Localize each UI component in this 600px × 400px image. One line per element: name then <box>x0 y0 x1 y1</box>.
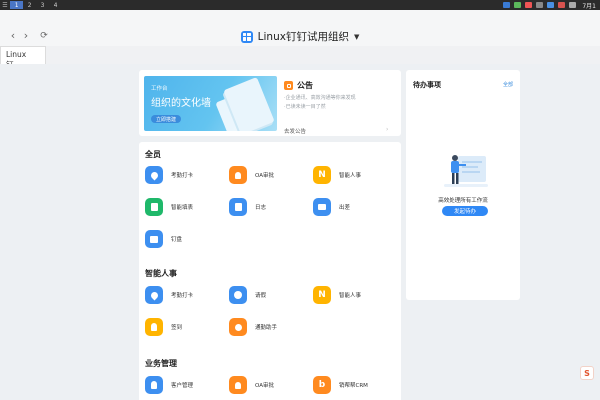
app-smart-form[interactable]: 智能填表 <box>145 198 193 216</box>
apps-panel: 全员 考勤打卡 OA审批 N 智能人事 智能填表 日志 出差 钉盘 智能人事 考… <box>139 142 401 400</box>
app-crm[interactable]: b 销帮帮CRM <box>313 376 368 394</box>
workbench-content: 工作台 组织的文化墙 立即搭建 公告 ·企业通讯、高效沟通等你来发现 ·已读未读… <box>0 64 600 400</box>
announcement-header: 公告 <box>284 80 313 91</box>
clock[interactable]: 7月1 <box>582 1 596 10</box>
banner-caption: 工作台 <box>151 86 168 92</box>
app-label: 通勤助手 <box>255 325 278 331</box>
workspace-1[interactable]: 1 <box>10 1 23 9</box>
suitcase-icon <box>313 198 331 216</box>
section-title-smart-hr: 智能人事 <box>145 269 177 278</box>
location-pin-icon <box>145 166 163 184</box>
announcement-line: ·企业通讯、高效沟通等你来发现 <box>284 95 356 101</box>
announcement-card: 工作台 组织的文化墙 立即搭建 公告 ·企业通讯、高效沟通等你来发现 ·已读未读… <box>139 70 401 136</box>
dingtalk-grid-icon <box>240 30 253 43</box>
app-label: 签到 <box>171 325 183 331</box>
app-oa-approval[interactable]: OA审批 <box>229 166 274 184</box>
workspace-3[interactable]: 3 <box>36 1 49 9</box>
window-title: Linux钉钉试用组织 <box>257 31 349 43</box>
clock-icon <box>229 286 247 304</box>
empty-todo-illustration <box>444 155 488 187</box>
workspace-4[interactable]: 4 <box>49 1 62 9</box>
lightbulb-pin-icon <box>145 318 163 336</box>
section-title-business: 业务管理 <box>145 359 177 368</box>
app-label: OA审批 <box>255 173 274 179</box>
system-top-bar: ☰ 1 2 3 4 7月1 <box>0 0 600 10</box>
volume-icon[interactable] <box>536 2 544 8</box>
folder-check-icon <box>145 230 163 248</box>
network-icon[interactable] <box>514 2 522 8</box>
helper-icon: S <box>584 368 590 378</box>
location-target-icon <box>229 318 247 336</box>
announcement-title: 公告 <box>297 81 313 90</box>
banner-title: 组织的文化墙 <box>151 98 211 109</box>
app-check-in[interactable]: 签到 <box>145 318 182 336</box>
todo-all-link[interactable]: 全部 <box>503 81 513 88</box>
workspace-label: 2 <box>27 1 32 9</box>
app-attendance[interactable]: 考勤打卡 <box>145 166 193 184</box>
todo-title: 待办事项 <box>413 81 441 89</box>
app-label: 销帮帮CRM <box>339 383 368 389</box>
workspace-label: 3 <box>40 1 45 9</box>
app-customer-management[interactable]: 客户管理 <box>145 376 193 394</box>
app-smart-hr[interactable]: N 智能人事 <box>313 286 361 304</box>
input-method-icon[interactable] <box>547 2 555 8</box>
app-business-trip[interactable]: 出差 <box>313 198 350 216</box>
app-log[interactable]: 日志 <box>229 198 266 216</box>
app-drive[interactable]: 钉盘 <box>145 230 182 248</box>
todo-empty-text: 高效处理所有工作流 <box>438 198 488 204</box>
app-label: 客户管理 <box>171 383 194 389</box>
tab-linux-dingtalk[interactable]: Linux钉... <box>0 46 46 69</box>
app-tray-icon[interactable] <box>503 2 511 8</box>
app-label: 钉盘 <box>171 237 183 243</box>
b-letter-icon: b <box>313 376 331 394</box>
workspace-2[interactable]: 2 <box>23 1 36 9</box>
system-tray: 7月1 <box>503 0 600 10</box>
banner-build-button[interactable]: 立即搭建 <box>151 115 181 123</box>
app-label: 智能填表 <box>171 205 194 211</box>
person-stamp-icon <box>229 376 247 394</box>
culture-wall-banner[interactable]: 工作台 组织的文化墙 立即搭建 <box>144 76 277 131</box>
create-todo-button[interactable]: 发起待办 <box>442 206 488 216</box>
app-leave[interactable]: 请假 <box>229 286 266 304</box>
todo-panel: 待办事项 全部 高效处理所有工作流 发起待办 <box>406 70 520 300</box>
distro-menu-icon[interactable]: ☰ <box>0 1 10 9</box>
app-label: 请假 <box>255 293 267 299</box>
app-label: 智能人事 <box>339 173 362 179</box>
tab-strip: Linux钉... <box>0 46 600 69</box>
app-label: 出差 <box>339 205 351 211</box>
post-announcement-link[interactable]: 去发公告 <box>284 127 306 135</box>
workspace-label: 1 <box>14 1 19 9</box>
update-icon[interactable] <box>558 2 566 8</box>
announcement-line: ·已读未读一目了然 <box>284 104 326 110</box>
app-label: 考勤打卡 <box>171 293 194 299</box>
app-oa-approval[interactable]: OA审批 <box>229 376 274 394</box>
app-label: OA审批 <box>255 383 274 389</box>
app-label: 日志 <box>255 205 267 211</box>
form-icon <box>145 198 163 216</box>
app-smart-hr[interactable]: N 智能人事 <box>313 166 361 184</box>
contact-icon <box>145 376 163 394</box>
n-letter-icon: N <box>313 166 331 184</box>
battery-icon[interactable] <box>569 2 577 8</box>
announcement-icon <box>284 81 293 90</box>
section-title-all-staff: 全员 <box>145 150 161 159</box>
person-stamp-icon <box>229 166 247 184</box>
app-commute-assistant[interactable]: 通勤助手 <box>229 318 277 336</box>
app-attendance[interactable]: 考勤打卡 <box>145 286 193 304</box>
chat-tray-icon[interactable] <box>525 2 533 8</box>
chevron-down-icon: ▼ <box>353 32 360 41</box>
workspace-label: 4 <box>53 1 58 9</box>
n-letter-icon: N <box>313 286 331 304</box>
app-label: 智能人事 <box>339 293 362 299</box>
pen-note-icon <box>229 198 247 216</box>
app-label: 考勤打卡 <box>171 173 194 179</box>
location-pin-icon <box>145 286 163 304</box>
floating-helper-button[interactable]: S <box>580 366 594 380</box>
chevron-right-icon[interactable]: › <box>386 126 388 133</box>
org-switcher[interactable]: Linux钉钉试用组织 ▼ <box>0 29 600 44</box>
